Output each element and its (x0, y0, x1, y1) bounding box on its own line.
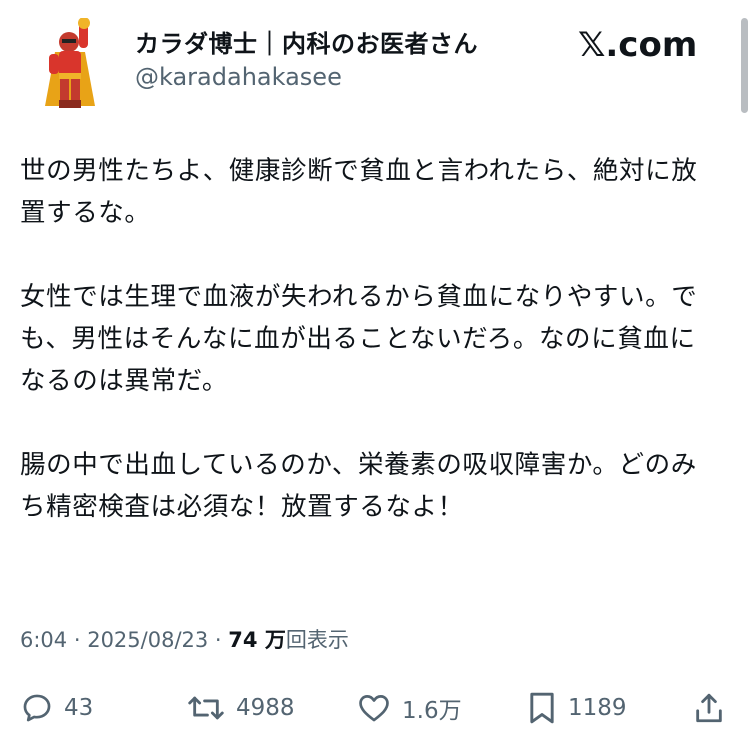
views-count: 74 万 (228, 628, 286, 652)
post-paragraph-2: 女性では生理で血液が失われるから貧血になりやすい。でも、男性はそんなに血が出るこ… (20, 282, 698, 396)
author-handle[interactable]: @karadahakasee (135, 63, 342, 91)
x-brand-logo: 𝕏.com (578, 25, 698, 65)
bookmark-button[interactable]: 1189 (526, 686, 627, 730)
reply-icon (23, 694, 51, 722)
post-time[interactable]: 6:04 (20, 628, 67, 652)
post-paragraph-1: 世の男性たちよ、健康診断で貧血と言われたら、絶対に放置するな。 (20, 156, 698, 228)
repost-count: 4988 (236, 695, 295, 721)
repost-icon (188, 696, 224, 720)
post-paragraph-3: 腸の中で出血しているのか、栄養素の吸収障害か。どのみち精密検査は必須な！放置する… (20, 450, 697, 522)
post-meta: 6:04 · 2025/08/23 · 74 万回表示 (20, 624, 349, 654)
share-button[interactable] (692, 686, 726, 730)
views-label: 回表示 (285, 628, 349, 652)
meta-separator: · (67, 628, 88, 652)
superhero-avatar-icon (45, 17, 95, 108)
bookmark-icon (530, 692, 554, 724)
post-header: カラダ博士｜内科のお医者さん @karadahakasee 𝕏.com (22, 12, 722, 112)
avatar[interactable] (37, 17, 109, 114)
heart-icon (359, 695, 389, 722)
meta-separator: · (208, 628, 229, 652)
reply-button[interactable]: 43 (20, 686, 93, 730)
bookmark-count: 1189 (568, 695, 627, 721)
like-button[interactable]: 1.6万 (356, 686, 462, 730)
post-text: 世の男性たちよ、健康診断で貧血と言われたら、絶対に放置するな。 女性では生理で血… (20, 150, 720, 570)
post-date[interactable]: 2025/08/23 (87, 628, 208, 652)
share-icon (696, 693, 722, 723)
scrollbar[interactable] (741, 18, 748, 113)
repost-button[interactable]: 4988 (186, 686, 295, 730)
reply-count: 43 (64, 695, 94, 721)
like-count: 1.6万 (402, 698, 462, 724)
action-bar: 43 4988 1.6万 1189 (0, 686, 750, 730)
author-display-name[interactable]: カラダ博士｜内科のお医者さん (135, 24, 478, 59)
